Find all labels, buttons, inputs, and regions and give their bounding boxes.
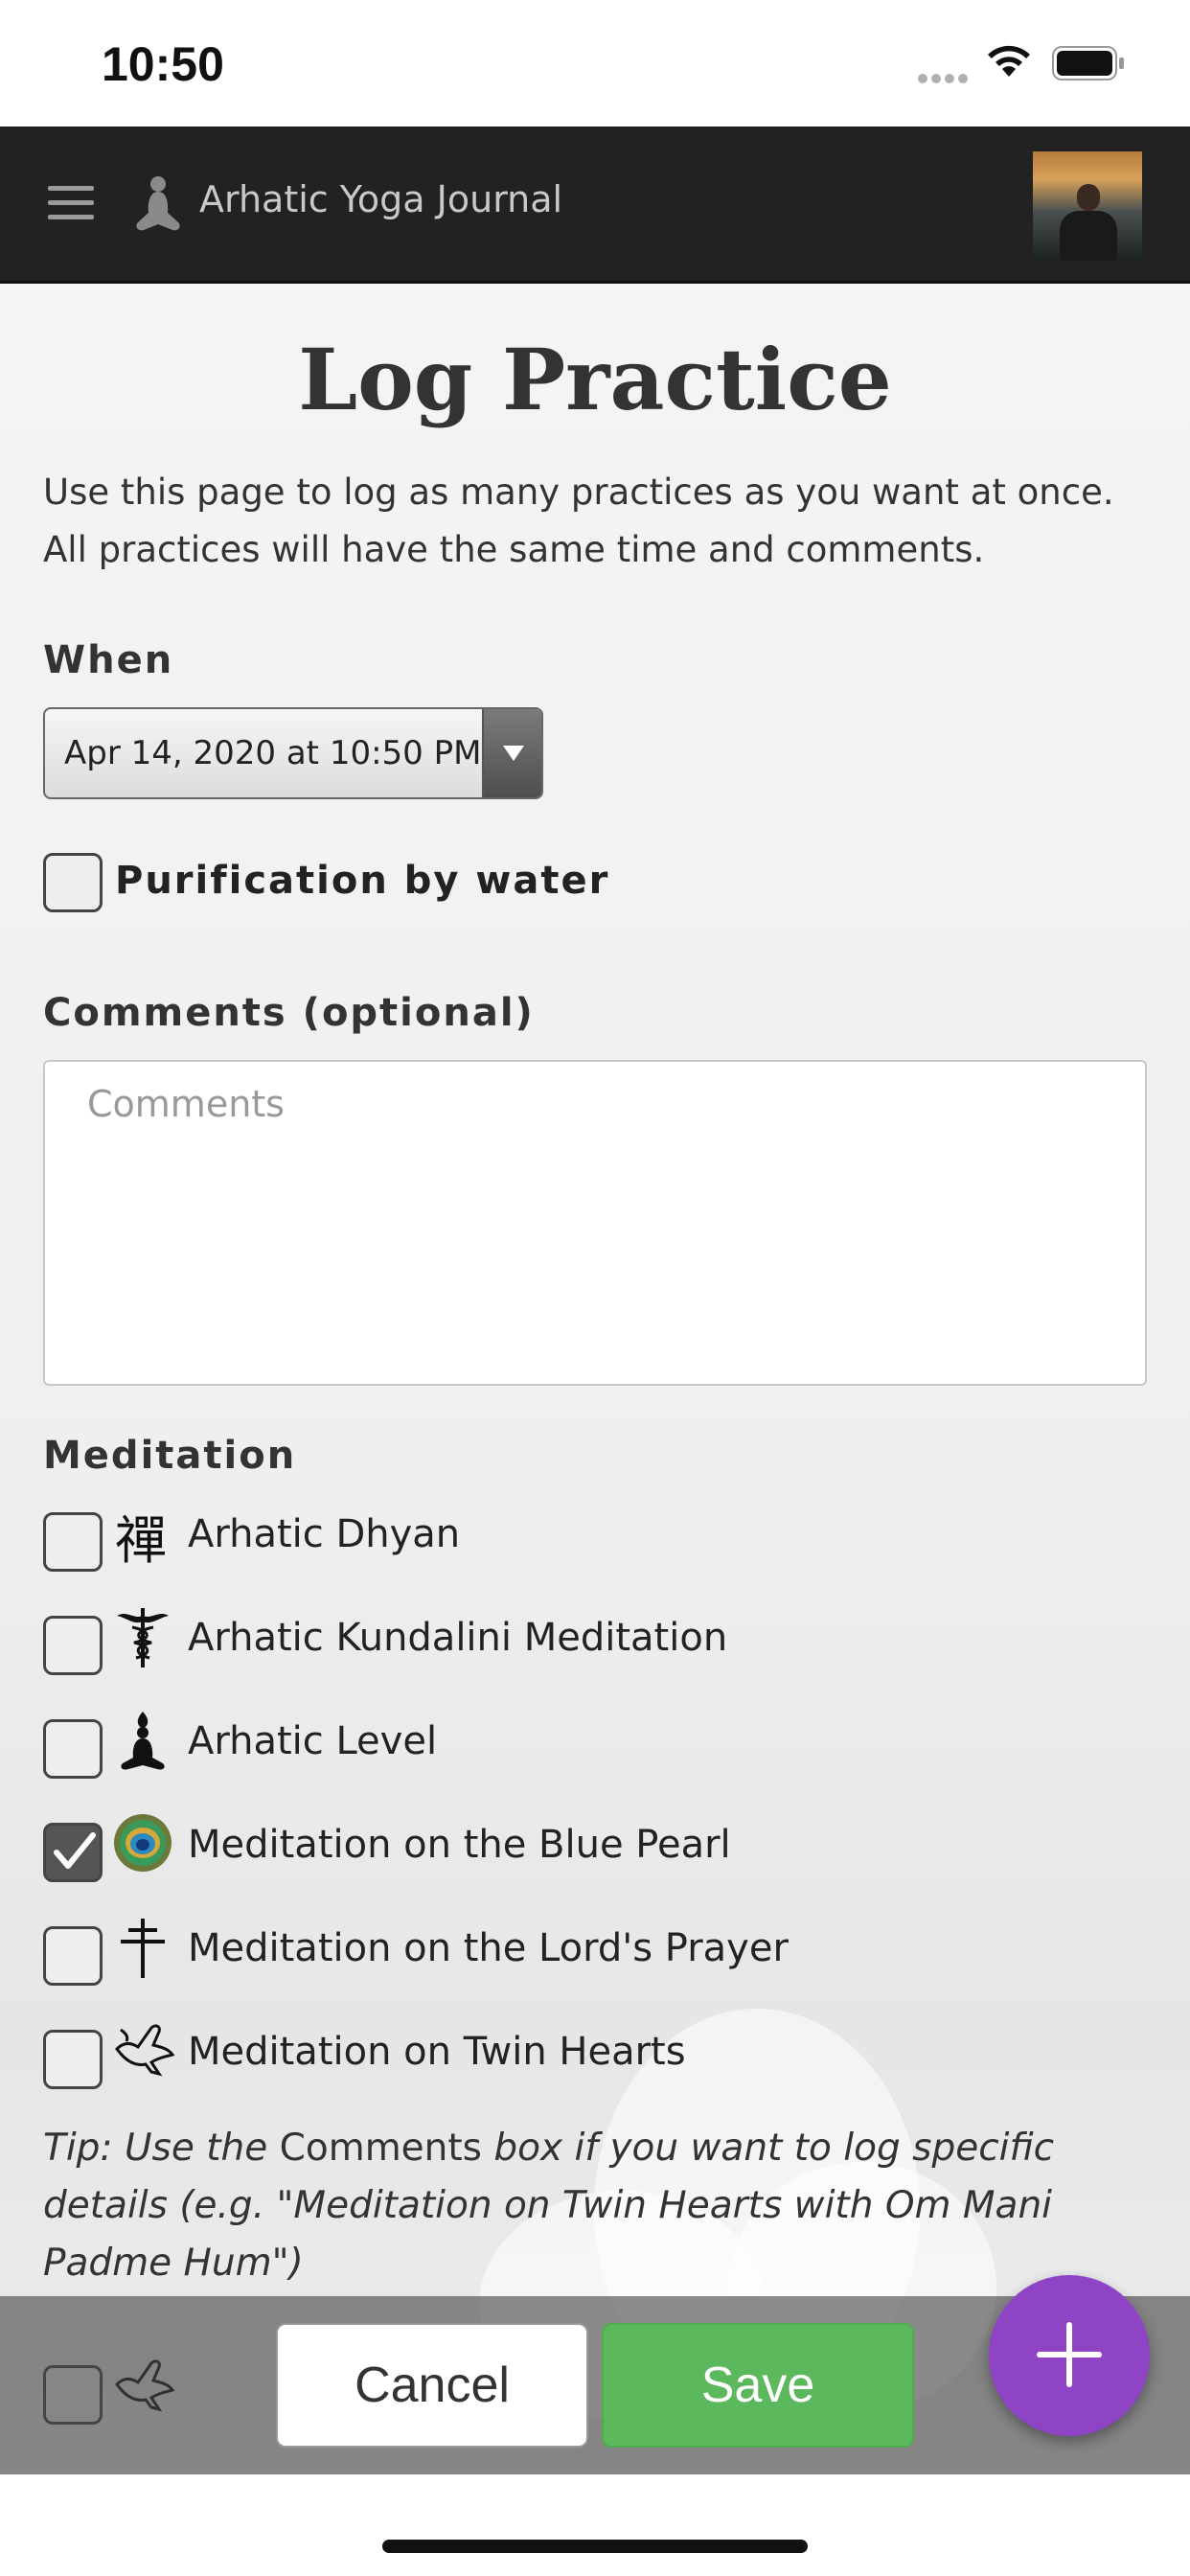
meditation-label: Meditation: [43, 1434, 297, 1478]
cancel-button[interactable]: Cancel: [276, 2323, 588, 2448]
save-button[interactable]: Save: [602, 2323, 914, 2448]
battery-icon: [1052, 46, 1125, 84]
cross-icon: [113, 1917, 172, 1978]
meditation-item-label: Meditation on Twin Hearts: [188, 2030, 686, 2074]
when-label: When: [43, 638, 174, 682]
comments-textarea[interactable]: [43, 1060, 1147, 1386]
cellular-signal-icon: [918, 69, 972, 87]
add-fab-button[interactable]: [989, 2275, 1150, 2436]
meditation-item-label: Meditation on the Lord's Prayer: [188, 1926, 789, 1970]
meditating-figure-icon: [113, 1710, 172, 1770]
meditation-item-label: Arhatic Kundalini Meditation: [188, 1616, 728, 1660]
home-area: [0, 2474, 1190, 2576]
tip-prefix: Tip: Use the: [43, 2127, 280, 2170]
meditation-checkbox-checked[interactable]: [43, 1823, 103, 1882]
caduceus-icon: [113, 1606, 172, 1668]
peacock-feather-icon: [113, 1813, 172, 1873]
meditation-checkbox[interactable]: [43, 1926, 103, 1986]
status-time: 10:50: [102, 37, 224, 91]
hamburger-menu-icon[interactable]: [48, 184, 96, 226]
meditation-checkbox[interactable]: [43, 1512, 103, 1572]
zen-character-icon: 禪: [113, 1506, 172, 1571]
tip-text: Tip: Use the Comments box if you want to…: [43, 2120, 1155, 2292]
meditation-item-label: Arhatic Dhyan: [188, 1512, 461, 1556]
main-content: Log Practice Use this page to log as man…: [0, 284, 1190, 2474]
home-indicator[interactable]: [382, 2540, 808, 2553]
app-title[interactable]: Arhatic Yoga Journal: [199, 178, 562, 220]
meditating-logo-icon: [132, 174, 184, 240]
purification-checkbox[interactable]: [43, 853, 103, 912]
meditation-checkbox[interactable]: [43, 1719, 103, 1779]
checkmark-icon: [51, 1829, 97, 1879]
dove-icon: [113, 2020, 175, 2080]
svg-text:禪: 禪: [115, 1510, 167, 1566]
dropdown-arrow-icon[interactable]: [482, 709, 541, 797]
wifi-icon: [985, 42, 1033, 82]
meditation-item-label: Arhatic Level: [188, 1719, 438, 1763]
meditation-checkbox[interactable]: [43, 1616, 103, 1675]
app-header: Arhatic Yoga Journal: [0, 126, 1190, 284]
page-title: Log Practice: [298, 330, 892, 429]
status-bar: 10:50: [0, 0, 1190, 126]
comments-label: Comments (optional): [43, 991, 535, 1035]
date-time-picker[interactable]: Apr 14, 2020 at 10:50 PM: [43, 707, 543, 799]
meditation-item-label: Meditation on the Blue Pearl: [188, 1823, 731, 1867]
purification-label: Purification by water: [115, 859, 610, 903]
date-time-value: Apr 14, 2020 at 10:50 PM: [64, 734, 482, 772]
page-description: Use this page to log as many practices a…: [43, 472, 1114, 570]
tip-highlight: Comments: [279, 2127, 483, 2170]
user-avatar[interactable]: [1033, 151, 1142, 261]
meditation-checkbox[interactable]: [43, 2030, 103, 2089]
